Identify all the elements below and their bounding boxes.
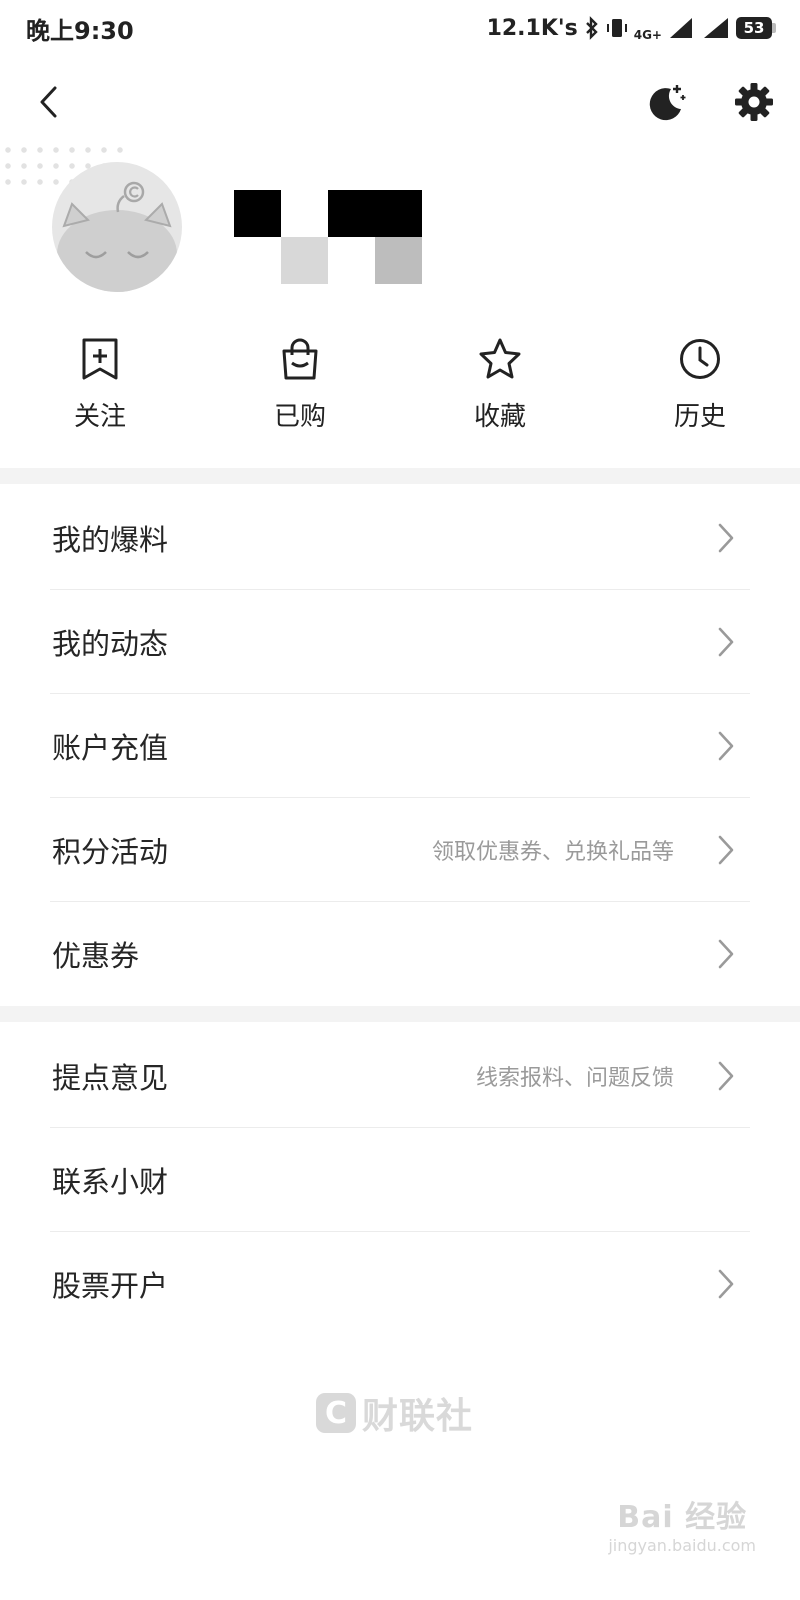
chevron-right-icon [718, 523, 734, 553]
menu-item-subtitle: 领取优惠券、兑换礼品等 [431, 840, 674, 865]
clock-icon [680, 339, 720, 379]
menu-item-label: 积分活动 [52, 835, 169, 869]
quick-action-history[interactable]: 历史 [600, 336, 800, 446]
chevron-left-icon [40, 86, 57, 118]
menu-item-feedback[interactable]: 提点意见 线索报料、问题反馈 [0, 1024, 800, 1128]
signal-icon [670, 18, 692, 38]
battery-icon: 53 [736, 17, 776, 39]
menu-item-stock-account[interactable]: 股票开户 [0, 1232, 800, 1336]
settings-button[interactable] [730, 78, 778, 126]
menu-item-label: 股票开户 [52, 1269, 169, 1303]
shopping-bag-icon [282, 338, 318, 380]
logo-mark: C [316, 1393, 356, 1433]
night-mode-button[interactable] [642, 78, 690, 126]
menu-item-label: 优惠券 [52, 939, 140, 973]
menu-item-contact[interactable]: 联系小财 [0, 1128, 800, 1232]
menu-item-recharge[interactable]: 账户充值 [0, 694, 800, 798]
menu-group-2: 提点意见 线索报料、问题反馈 联系小财 股票开户 [0, 1024, 800, 1336]
quick-action-favorites[interactable]: 收藏 [400, 336, 600, 446]
moon-icon [649, 85, 686, 121]
vibrate-icon [606, 19, 627, 37]
chevron-right-icon [718, 1269, 734, 1299]
signal-icon-2 [704, 18, 728, 38]
status-icons: 12.1K's 4G+ 53 [487, 15, 776, 41]
star-icon [479, 338, 521, 379]
bookmark-plus-icon [82, 338, 118, 380]
menu-item-label: 联系小财 [52, 1165, 169, 1199]
menu-item-coupons[interactable]: 优惠券 [0, 902, 800, 1006]
menu-item-my-tips[interactable]: 我的爆料 [0, 486, 800, 590]
chevron-right-icon [718, 627, 734, 657]
menu-item-label: 我的爆料 [52, 523, 169, 557]
network-speed: 12.1K's [486, 15, 578, 41]
section-divider [0, 468, 800, 484]
watermark-sub: jingyan.baidu.com [608, 1536, 756, 1555]
battery-level: 53 [743, 19, 765, 37]
watermark: Bai 经验 jingyan.baidu.com [608, 1492, 756, 1555]
logo-text: 财联社 [362, 1396, 474, 1437]
chevron-right-icon [718, 939, 734, 969]
quick-action-label: 关注 [73, 402, 126, 432]
quick-action-label: 收藏 [473, 402, 526, 432]
menu-item-subtitle: 线索报料、问题反馈 [475, 1066, 674, 1091]
quick-action-label: 历史 [673, 402, 726, 432]
chevron-right-icon [718, 1061, 734, 1091]
avatar-cat-icon [57, 181, 177, 292]
menu-item-points-activity[interactable]: 积分活动 领取优惠券、兑换礼品等 [0, 798, 800, 902]
menu-item-label: 账户充值 [52, 731, 169, 765]
status-time: 晚上9:30 [26, 16, 134, 45]
chevron-right-icon [718, 835, 734, 865]
quick-action-label: 已购 [273, 402, 326, 432]
status-bar: 晚上9:30 12.1K's 4G+ 53 [0, 0, 800, 56]
bluetooth-icon [585, 16, 598, 40]
avatar[interactable] [52, 162, 182, 292]
menu-item-label: 我的动态 [52, 627, 169, 661]
top-bar [0, 60, 800, 144]
gear-icon [735, 83, 773, 121]
network-type: 4G+ [633, 28, 662, 42]
quick-action-follow[interactable]: 关注 [0, 336, 200, 446]
quick-action-purchased[interactable]: 已购 [200, 336, 400, 446]
menu-group-1: 我的爆料 我的动态 账户充值 积分活动 领取优惠券、兑换礼品等 优惠券 [0, 486, 800, 1006]
menu-item-label: 提点意见 [52, 1061, 169, 1095]
back-button[interactable] [28, 78, 68, 126]
watermark-main: Bai 经验 [617, 1500, 748, 1535]
chevron-right-icon [718, 731, 734, 761]
section-divider [0, 1006, 800, 1022]
footer-logo: C 财联社 [316, 1388, 473, 1438]
menu-item-my-activity[interactable]: 我的动态 [0, 590, 800, 694]
quick-actions: 关注 已购 收藏 历史 [0, 336, 800, 446]
username-redacted [234, 190, 424, 284]
